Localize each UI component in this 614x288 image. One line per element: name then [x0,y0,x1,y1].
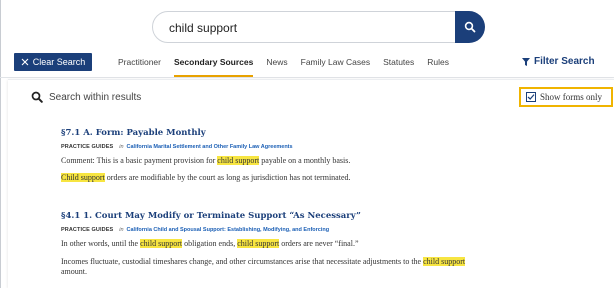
result-kind: PRACTICE GUIDES [61,144,114,150]
search-box [152,11,482,43]
toolbar-divider [0,77,614,78]
result-title[interactable]: §4.1 1. Court May Modify or Terminate Su… [61,211,465,221]
result-item: §7.1 A. Form: Payable Monthly PRACTICE G… [61,128,351,182]
search-term-highlight: Child support [61,173,105,182]
result-item: §4.1 1. Court May Modify or Terminate Su… [61,211,466,276]
tab-secondary-sources[interactable]: Secondary Sources [174,53,254,77]
tab-practitioner[interactable]: Practitioner [118,53,161,71]
clear-search-label: Clear Search [32,57,86,67]
tab-statutes[interactable]: Statutes [383,53,414,71]
result-snippet: amount. [61,267,87,276]
result-snippet: In other words, until the child support … [61,239,359,248]
clear-search-button[interactable]: Clear Search [14,53,92,71]
search-within-results[interactable]: Search within results [31,91,141,103]
tab-rules[interactable]: Rules [427,53,449,71]
result-in: in [119,144,124,150]
result-book-link[interactable]: California Marital Settlement and Other … [127,144,293,150]
search-input[interactable] [169,18,439,38]
search-within-label: Search within results [49,91,142,103]
filter-icon [522,58,530,66]
tab-news[interactable]: News [266,53,287,71]
result-kind: PRACTICE GUIDES [61,227,114,233]
result-snippet: Incomes fluctuate, custodial timeshares … [61,257,466,266]
source-tabs: Practitioner Secondary Sources News Fami… [118,53,462,77]
search-term-highlight: child support [237,239,280,248]
show-forms-toggle[interactable]: Show forms only [519,87,613,107]
result-meta: PRACTICE GUIDES in California Child and Sp… [61,227,465,233]
result-book-link[interactable]: California Child and Spousal Support: Es… [127,227,330,233]
search-term-highlight: child support [140,239,183,248]
result-in: in [119,227,124,233]
result-snippet: Comment: This is a basic payment provisi… [61,156,351,165]
show-forms-label: Show forms only [540,92,603,102]
search-icon [464,21,476,33]
result-snippet: Child support orders are modifiable by t… [61,173,351,182]
search-term-highlight: child support [217,156,260,165]
search-term-highlight: child support [423,257,466,266]
result-title[interactable]: §7.1 A. Form: Payable Monthly [61,128,351,138]
filter-search-label: Filter Search [534,56,595,67]
close-icon [21,58,29,66]
filter-search-button[interactable]: Filter Search [522,53,595,71]
result-meta: PRACTICE GUIDES in California Marital Sett… [61,144,351,150]
tab-family-law-cases[interactable]: Family Law Cases [301,53,370,71]
checkbox-checked-icon[interactable] [526,92,536,102]
search-icon [31,91,43,103]
